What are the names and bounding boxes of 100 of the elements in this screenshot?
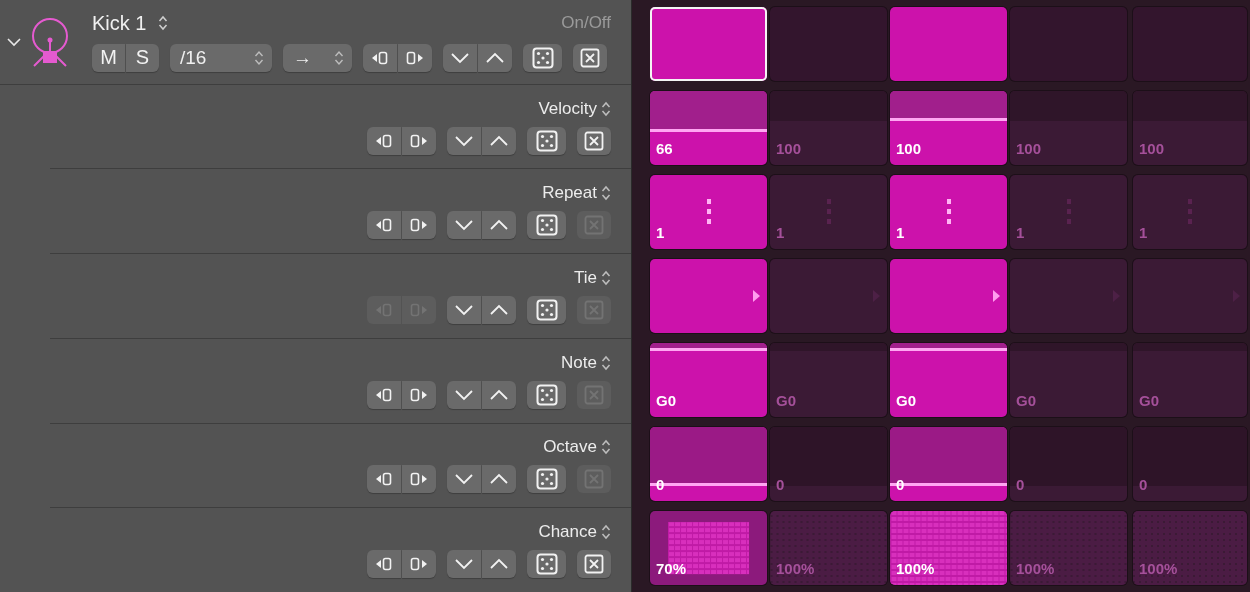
up-button[interactable] — [482, 380, 516, 409]
shift-left-button[interactable] — [367, 465, 401, 494]
randomize-button[interactable] — [523, 43, 562, 72]
lane-label[interactable]: Repeat — [542, 183, 597, 204]
step-pad[interactable]: 100% — [1133, 511, 1247, 585]
step-pad[interactable]: 100% — [890, 511, 1007, 585]
step-pad[interactable]: 1 — [770, 175, 887, 249]
clear-button[interactable] — [577, 126, 611, 155]
step-pad[interactable]: 100% — [770, 511, 887, 585]
solo-button[interactable]: S — [126, 43, 159, 72]
chevron-up-icon — [489, 219, 509, 232]
sort-icon[interactable] — [601, 100, 611, 117]
up-button[interactable] — [482, 126, 516, 155]
sort-icon[interactable] — [601, 270, 611, 286]
shift-left-button[interactable] — [363, 43, 397, 72]
step-pad[interactable]: 100 — [1133, 91, 1247, 165]
shift-right-icon — [410, 133, 428, 148]
shift-right-button[interactable] — [402, 380, 436, 409]
step-value: 100% — [896, 560, 935, 577]
step-pad[interactable] — [650, 7, 767, 81]
step-value: 1 — [896, 224, 905, 241]
step-pad[interactable]: 1 — [1133, 175, 1247, 249]
sort-icon[interactable] — [601, 524, 611, 541]
step-value: 100% — [1139, 560, 1178, 577]
lane-label[interactable]: Tie — [574, 268, 597, 288]
randomize-button[interactable] — [527, 550, 566, 579]
step-pad[interactable]: 66 — [650, 91, 767, 165]
step-pad[interactable]: 100% — [1010, 511, 1127, 585]
up-button[interactable] — [482, 550, 516, 579]
step-pad[interactable]: G0 — [890, 343, 1007, 417]
step-pad[interactable]: 0 — [1010, 427, 1127, 501]
step-value: 100 — [1016, 140, 1042, 157]
step-pad[interactable]: 1 — [650, 175, 767, 249]
down-button[interactable] — [447, 211, 481, 240]
clear-button[interactable] — [573, 43, 607, 72]
sort-icon[interactable] — [601, 354, 611, 371]
step-pad[interactable]: 1 — [1010, 175, 1127, 249]
sort-icon[interactable] — [601, 185, 611, 202]
up-button[interactable] — [482, 211, 516, 240]
down-button[interactable] — [443, 43, 477, 72]
step-pad[interactable]: 100 — [890, 91, 1007, 165]
up-button[interactable] — [478, 43, 512, 72]
randomize-button[interactable] — [527, 211, 566, 240]
shift-right-icon — [410, 472, 428, 487]
step-value: G0 — [1016, 392, 1036, 409]
randomize-button[interactable] — [527, 126, 566, 155]
lane-label[interactable]: Note — [561, 352, 597, 373]
randomize-button[interactable] — [527, 380, 566, 409]
shift-left-icon — [375, 133, 393, 148]
down-button[interactable] — [447, 550, 481, 579]
randomize-button[interactable] — [527, 296, 566, 324]
sort-icon[interactable] — [158, 15, 169, 32]
step-value: 100% — [776, 560, 815, 577]
direction-select[interactable]: → — [283, 43, 352, 72]
up-button[interactable] — [482, 465, 516, 494]
chevron-up-icon — [489, 304, 509, 316]
disclosure-chevron-icon[interactable] — [7, 38, 21, 48]
down-button[interactable] — [447, 126, 481, 155]
lane-label[interactable]: Octave — [543, 437, 597, 458]
rate-select[interactable]: /16 — [170, 43, 272, 72]
chevron-down-icon — [454, 134, 474, 147]
shift-right-button[interactable] — [398, 43, 432, 72]
mute-button[interactable]: M — [92, 43, 125, 72]
chevron-up-icon — [489, 388, 509, 401]
clear-button[interactable] — [577, 550, 611, 579]
shift-left-button[interactable] — [367, 550, 401, 579]
step-pad[interactable]: 0 — [770, 427, 887, 501]
shift-right-button[interactable] — [402, 465, 436, 494]
step-pad[interactable]: 100 — [770, 91, 887, 165]
shift-left-button[interactable] — [367, 126, 401, 155]
down-button[interactable] — [447, 380, 481, 409]
clear-icon — [580, 47, 600, 68]
up-button[interactable] — [482, 296, 516, 324]
shift-left-button[interactable] — [367, 380, 401, 409]
step-value: G0 — [656, 392, 676, 409]
step-pad[interactable]: 100 — [1010, 91, 1127, 165]
drum-icon — [30, 15, 70, 68]
shift-right-button[interactable] — [402, 126, 436, 155]
lane-label[interactable]: Velocity — [538, 98, 597, 119]
down-button[interactable] — [447, 296, 481, 324]
step-pad[interactable]: 70% — [650, 511, 767, 585]
step-pad[interactable]: G0 — [1010, 343, 1127, 417]
shift-right-button[interactable] — [402, 550, 436, 579]
shift-left-button[interactable] — [367, 211, 401, 240]
randomize-button[interactable] — [527, 465, 566, 494]
lane-label[interactable]: Chance — [538, 522, 597, 543]
step-pad[interactable]: G0 — [770, 343, 887, 417]
step-pad[interactable]: 0 — [1133, 427, 1247, 501]
step-pad[interactable]: G0 — [650, 343, 767, 417]
step-pad[interactable]: 1 — [890, 175, 1007, 249]
down-button[interactable] — [447, 465, 481, 494]
shift-right-button[interactable] — [402, 211, 436, 240]
repeat-dots-icon — [705, 199, 712, 225]
shift-left-icon — [375, 387, 393, 402]
dice-icon — [535, 383, 558, 406]
dice-icon — [531, 46, 554, 69]
step-pad[interactable]: G0 — [1133, 343, 1247, 417]
step-value: 70% — [656, 560, 687, 577]
tie-arrow-icon — [992, 289, 1001, 303]
sort-icon[interactable] — [601, 439, 611, 456]
